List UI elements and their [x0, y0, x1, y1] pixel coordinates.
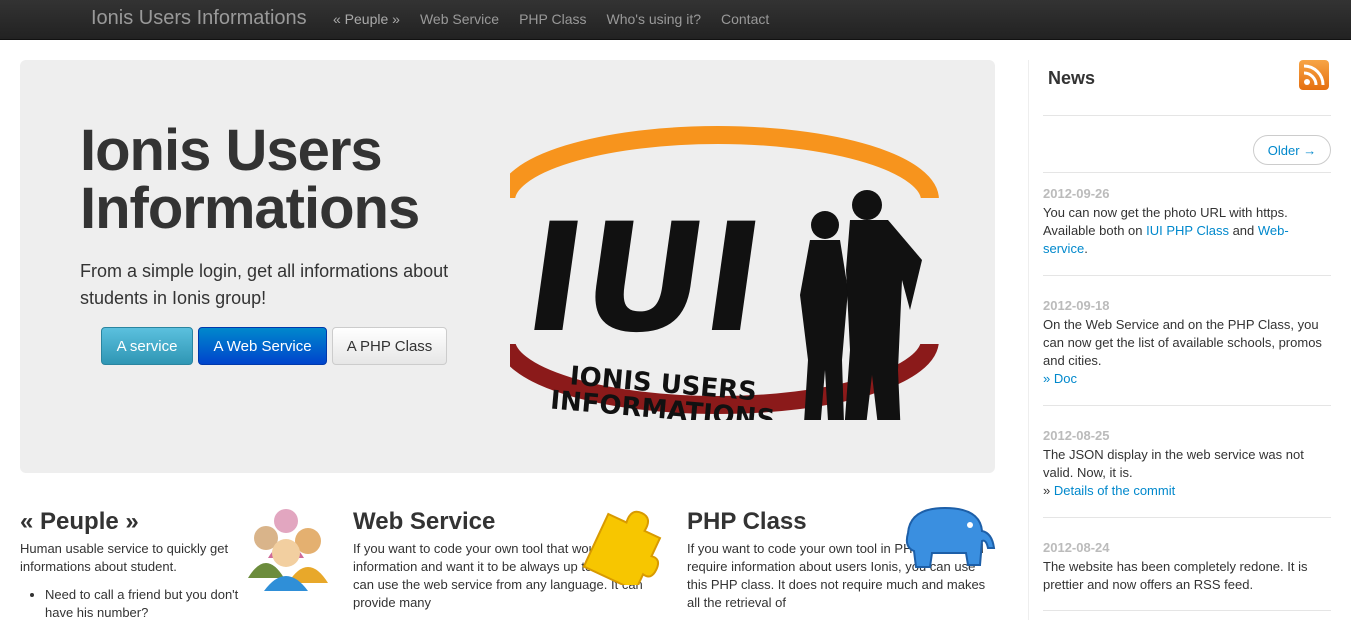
php-class-button[interactable]: A PHP Class: [332, 327, 447, 365]
web-service-button[interactable]: A Web Service: [198, 327, 327, 365]
news-date: 2012-09-26: [1043, 186, 1110, 201]
top-navbar: Ionis Users Informations « Peuple » Web …: [0, 0, 1351, 40]
main-nav: « Peuple » Web Service PHP Class Who's u…: [333, 11, 789, 27]
iui-php-class-link[interactable]: IUI PHP Class: [1146, 223, 1229, 238]
divider: [1043, 115, 1331, 116]
news-item: 2012-09-26 You can now get the photo URL…: [1043, 185, 1333, 258]
news-text: On the Web Service and on the PHP Class,…: [1043, 317, 1322, 368]
news-title: News: [1048, 68, 1096, 88]
nav-item-peuple[interactable]: « Peuple »: [333, 11, 400, 27]
nav-item-contact[interactable]: Contact: [721, 11, 769, 27]
news-text: The JSON display in the web service was …: [1043, 447, 1304, 480]
commit-link-line: » Details of the commit: [1043, 483, 1176, 498]
commit-details-link[interactable]: Details of the commit: [1054, 483, 1175, 498]
news-date: 2012-09-18: [1043, 298, 1110, 313]
users-group-icon: [248, 509, 328, 591]
feature-peuple-text: Human usable service to quickly get info…: [20, 541, 229, 574]
iui-logo: IUI IONIS USERS INFORMATIONS: [497, 120, 950, 460]
news-item: 2012-09-18 On the Web Service and on the…: [1043, 297, 1333, 388]
brand-link[interactable]: Ionis Users Informations: [91, 7, 307, 30]
divider: [1043, 405, 1331, 406]
divider: [1043, 517, 1331, 518]
news-text: The website has been completely redone. …: [1043, 559, 1308, 592]
sidebar-divider: [1028, 60, 1029, 620]
nav-item-web-service[interactable]: Web Service: [420, 11, 499, 27]
divider: [1043, 610, 1331, 611]
nav-item-whos-using[interactable]: Who's using it?: [607, 11, 702, 27]
hero-title: Ionis Users Informations: [80, 118, 420, 241]
news-date: 2012-08-24: [1043, 540, 1110, 555]
news-text: You can now get the photo URL with https…: [1043, 205, 1289, 256]
hero-subtitle: From a simple login, get all information…: [80, 261, 449, 308]
divider: [1043, 172, 1331, 173]
older-button[interactable]: Older →: [1253, 135, 1331, 165]
news-date: 2012-08-25: [1043, 428, 1110, 443]
rss-icon[interactable]: [1299, 60, 1329, 90]
nav-item-php-class[interactable]: PHP Class: [519, 11, 586, 27]
hero-unit: Ionis Users Informations From a simple l…: [20, 60, 995, 473]
logo-iui-text: IUI: [515, 191, 773, 366]
service-button[interactable]: A service: [101, 327, 193, 365]
news-item: 2012-08-24 The website has been complete…: [1043, 539, 1333, 594]
news-item: 2012-08-25 The JSON display in the web s…: [1043, 427, 1333, 500]
divider: [1043, 275, 1331, 276]
puzzle-piece-icon: [582, 510, 662, 585]
php-elephant-icon: [905, 506, 996, 568]
doc-link[interactable]: » Doc: [1043, 370, 1333, 388]
